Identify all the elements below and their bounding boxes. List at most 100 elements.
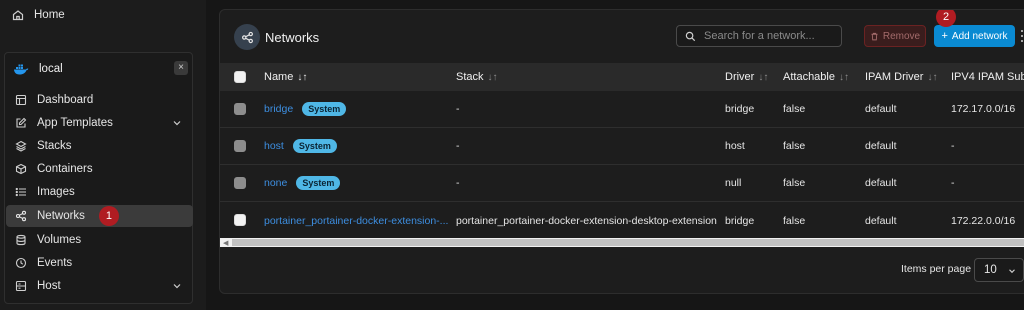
attachable-cell: false: [783, 177, 806, 189]
subnet-cell: -: [951, 177, 955, 189]
sort-icon: ↓↑: [758, 71, 769, 83]
ipam-driver-cell: default: [865, 177, 897, 189]
sidebar-item-label: Stacks: [37, 140, 72, 152]
scrollbar-thumb[interactable]: [232, 239, 1024, 246]
column-header-name[interactable]: Name ↓↑: [264, 63, 307, 91]
network-name-link[interactable]: bridge: [264, 103, 293, 115]
column-header-driver[interactable]: Driver ↓↑: [725, 63, 768, 91]
ipam-driver-cell: default: [865, 140, 897, 152]
sidebar-item-containers[interactable]: Containers: [6, 158, 193, 180]
ipam-driver-cell: default: [865, 103, 897, 115]
column-header-stack[interactable]: Stack ↓↑: [456, 63, 498, 91]
sort-icon: ↓↑: [487, 71, 498, 83]
row-checkbox[interactable]: [234, 140, 246, 152]
network-name-link[interactable]: none: [264, 177, 287, 189]
sidebar-item-label: App Templates: [37, 117, 113, 129]
layers-icon: [15, 140, 27, 152]
column-header-ipv4-subnet[interactable]: IPV4 IPAM Subn: [951, 63, 1024, 91]
driver-cell: null: [725, 177, 742, 189]
stack-cell: -: [456, 140, 460, 152]
network-name-link[interactable]: portainer_portainer-docker-extension-...: [264, 215, 448, 227]
scroll-left-icon[interactable]: ◀: [223, 239, 228, 247]
table-row: none System - null false default -: [220, 165, 1024, 202]
remove-label: Remove: [882, 30, 921, 42]
dashboard-icon: [15, 94, 27, 106]
search-box[interactable]: [676, 25, 842, 47]
network-name-link[interactable]: host: [264, 140, 284, 152]
chevron-down-icon: [173, 284, 181, 289]
database-icon: [15, 234, 27, 246]
driver-cell: bridge: [725, 214, 755, 227]
row-checkbox[interactable]: [234, 214, 246, 226]
sidebar-item-networks[interactable]: Networks 1: [6, 205, 193, 227]
share-icon: [15, 210, 27, 222]
sidebar-item-label: Events: [37, 257, 73, 269]
close-icon[interactable]: ×: [174, 61, 188, 75]
items-per-page-label: Items per page: [901, 263, 972, 275]
system-badge: System: [302, 102, 347, 116]
driver-cell: host: [725, 140, 745, 152]
horizontal-scrollbar[interactable]: ◀: [220, 238, 1024, 247]
row-checkbox[interactable]: [234, 177, 246, 189]
table-header: Name ↓↑ Stack ↓↑ Driver ↓↑ Attachable ↓↑…: [220, 63, 1024, 91]
sidebar-item-label: Host: [37, 280, 61, 292]
chevron-down-icon: [1009, 269, 1015, 274]
stack-cell: -: [456, 103, 460, 115]
docker-icon: [13, 63, 29, 75]
page-title: Networks: [265, 30, 320, 45]
subnet-cell: 172.22.0.0/16: [951, 214, 1016, 227]
sidebar-item-stacks[interactable]: Stacks: [6, 135, 193, 157]
ipam-driver-cell: default: [865, 214, 897, 227]
system-badge: System: [292, 139, 337, 153]
networks-panel: Networks Remove + Add network 2 Name ↓↑ …: [219, 9, 1024, 294]
items-per-page-select[interactable]: 10: [974, 258, 1024, 282]
column-header-attachable[interactable]: Attachable ↓↑: [783, 63, 849, 91]
search-input[interactable]: [704, 30, 834, 42]
sidebar-item-home[interactable]: Home: [12, 7, 65, 23]
table-row: bridge System - bridge false default 172…: [220, 91, 1024, 128]
sidebar-item-host[interactable]: Host: [6, 275, 193, 297]
add-network-label: Add network: [951, 30, 1008, 42]
system-badge: System: [296, 176, 341, 190]
server-icon: [15, 280, 27, 292]
environment-name: local: [39, 63, 63, 75]
step-badge: 1: [98, 206, 119, 226]
sidebar-item-dashboard[interactable]: Dashboard: [6, 89, 193, 111]
plus-icon: +: [941, 30, 948, 42]
stack-cell: -: [456, 177, 460, 189]
search-icon: [685, 31, 696, 42]
remove-button[interactable]: Remove: [864, 25, 926, 47]
sidebar-item-label: Images: [37, 186, 75, 198]
sidebar-item-volumes[interactable]: Volumes: [6, 229, 193, 251]
chevron-down-icon: [173, 121, 181, 126]
sidebar-item-events[interactable]: Events: [6, 252, 193, 274]
trash-icon: [870, 32, 879, 41]
table-row: portainer_portainer-docker-extension-...…: [220, 202, 1024, 239]
driver-cell: bridge: [725, 103, 755, 115]
sort-icon: ↓↑: [927, 71, 938, 83]
subnet-cell: -: [951, 140, 955, 152]
sidebar-item-label: Dashboard: [37, 94, 94, 106]
select-all-checkbox[interactable]: [234, 71, 246, 83]
attachable-cell: false: [783, 103, 806, 115]
row-checkbox[interactable]: [234, 103, 246, 115]
add-network-button[interactable]: + Add network: [934, 25, 1015, 47]
column-header-ipam-driver[interactable]: IPAM Driver ↓↑: [865, 63, 937, 91]
environment-header: local ×: [13, 61, 188, 77]
sidebar-item-app-templates[interactable]: App Templates: [6, 112, 193, 134]
sidebar: Home local × Dashboard App Templates Sta…: [0, 0, 206, 310]
sidebar-item-label: Networks: [37, 210, 85, 222]
cube-icon: [15, 163, 27, 175]
attachable-cell: false: [783, 140, 806, 152]
sidebar-item-label: Home: [34, 9, 65, 21]
list-icon: [15, 186, 27, 198]
edit-icon: [15, 117, 27, 129]
sidebar-item-images[interactable]: Images: [6, 181, 193, 203]
history-icon: [15, 257, 27, 269]
stack-cell: portainer_portainer-docker-extension-des…: [456, 214, 717, 227]
subnet-cell: 172.17.0.0/16: [951, 103, 1016, 115]
sort-icon: ↓↑: [838, 71, 849, 83]
home-icon: [12, 9, 24, 21]
sidebar-item-label: Volumes: [37, 234, 82, 246]
share-icon: [234, 24, 260, 50]
